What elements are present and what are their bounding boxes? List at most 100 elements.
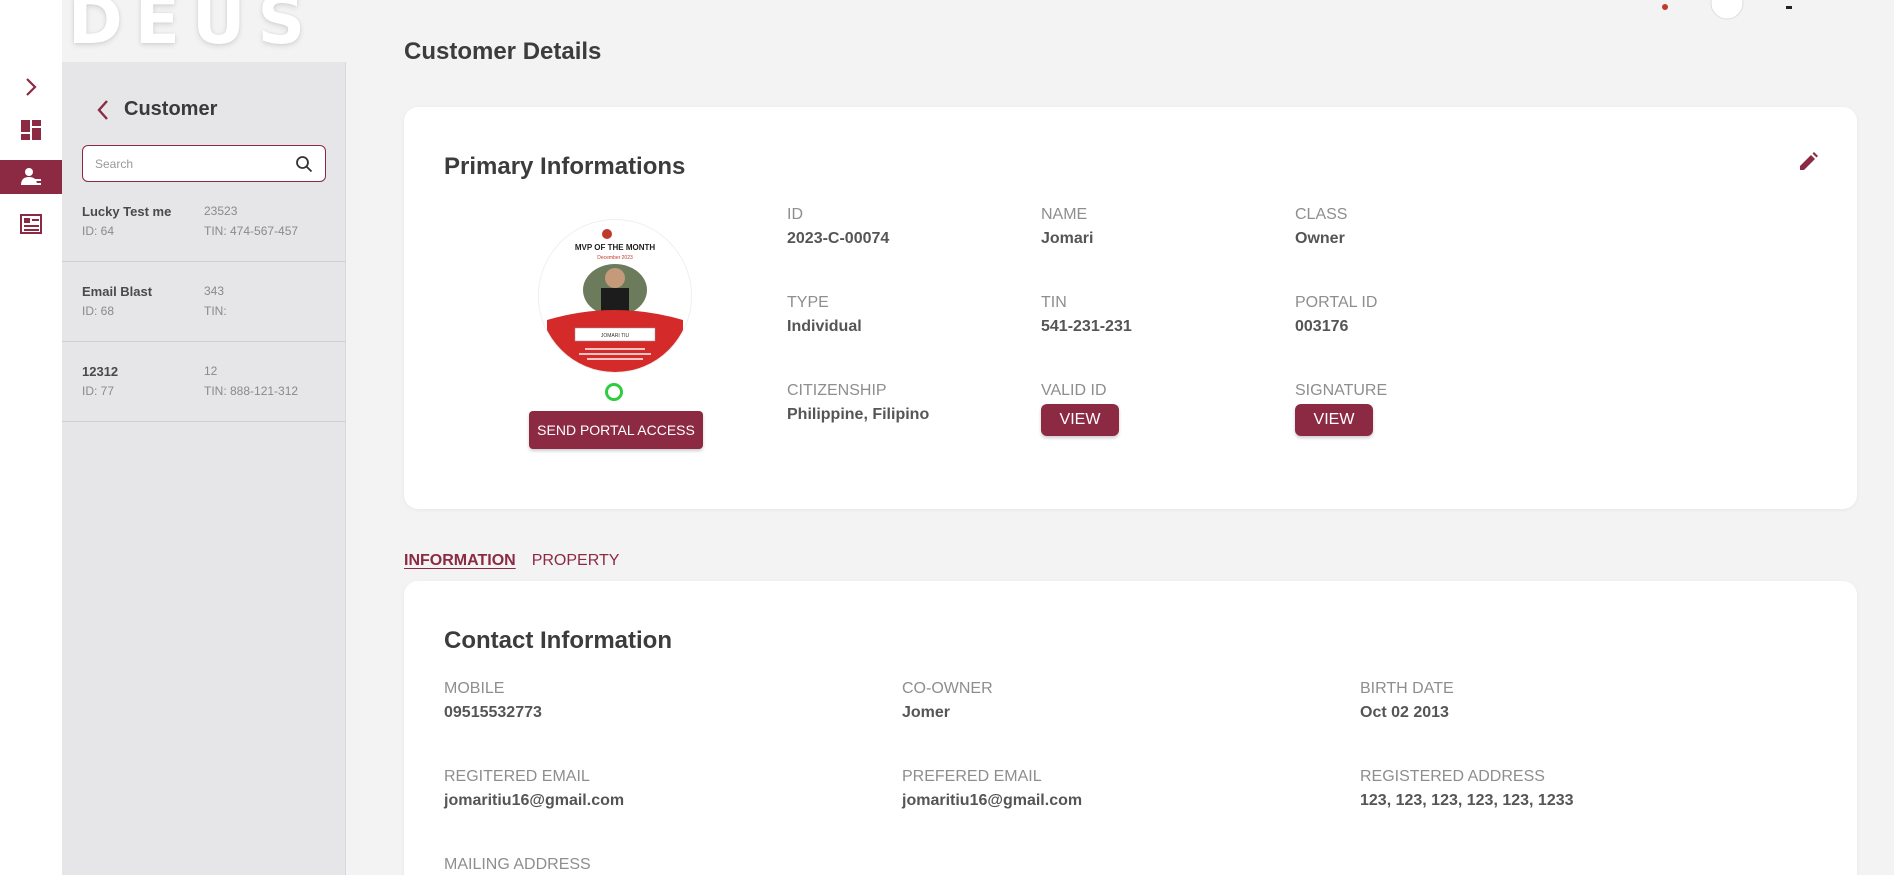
customer-id: ID: 64 bbox=[82, 224, 115, 238]
list-item[interactable]: Lucky Test me ID: 64 23523 TIN: 474-567-… bbox=[62, 182, 345, 262]
field-value: Jomari bbox=[1041, 230, 1094, 247]
customer-photo: MVP OF THE MONTH December 2023 JOMARI TI… bbox=[539, 220, 691, 372]
pencil-icon bbox=[1800, 152, 1818, 170]
customer-code: 343 bbox=[204, 284, 225, 298]
customer-id: ID: 68 bbox=[82, 304, 115, 318]
customer-name: Lucky Test me bbox=[82, 204, 172, 219]
field-label: REGITERED EMAIL bbox=[444, 768, 590, 785]
field-label: PORTAL ID bbox=[1295, 294, 1378, 311]
panel-title: Customer bbox=[124, 98, 218, 120]
mvp-badge-image: MVP OF THE MONTH December 2023 JOMARI TI… bbox=[539, 220, 691, 372]
tab-property[interactable]: PROPERTY bbox=[532, 552, 620, 570]
field-name: NAME Jomari bbox=[1041, 206, 1093, 248]
field-registered-email: REGITERED EMAIL jomaritiu16@gmail.com bbox=[444, 768, 624, 810]
field-valid-id: VALID ID VIEW bbox=[1041, 382, 1119, 436]
primary-info-title: Primary Informations bbox=[444, 153, 686, 180]
badge-name: JOMARI TIU bbox=[601, 333, 630, 339]
menu-icon[interactable] bbox=[1784, 0, 1794, 12]
view-valid-id-button[interactable]: VIEW bbox=[1041, 404, 1119, 436]
search-input[interactable] bbox=[95, 156, 295, 171]
field-label: CITIZENSHIP bbox=[787, 382, 887, 399]
field-value: jomaritiu16@gmail.com bbox=[902, 792, 1083, 809]
field-value: 003176 bbox=[1295, 318, 1349, 335]
expand-nav-button[interactable] bbox=[0, 70, 62, 104]
view-signature-button[interactable]: VIEW bbox=[1295, 404, 1373, 436]
field-registered-address: REGISTERED ADDRESS 123, 123, 123, 123, 1… bbox=[1360, 768, 1574, 810]
field-value: 541-231-231 bbox=[1041, 318, 1132, 335]
customer-id: ID: 77 bbox=[82, 384, 115, 398]
field-value: 123, 123, 123, 123, 123, 1233 bbox=[1360, 792, 1574, 809]
field-label: VALID ID bbox=[1041, 382, 1107, 399]
customer-panel: Customer Lucky Test me ID: 64 23523 TIN:… bbox=[62, 62, 346, 875]
field-mailing-address: MAILING ADDRESS bbox=[444, 856, 591, 874]
field-signature: SIGNATURE VIEW bbox=[1295, 382, 1387, 436]
field-preferred-email: PREFERED EMAIL jomaritiu16@gmail.com bbox=[902, 768, 1082, 810]
field-label: CLASS bbox=[1295, 206, 1348, 223]
field-label: PREFERED EMAIL bbox=[902, 768, 1042, 785]
online-status-indicator bbox=[605, 383, 623, 401]
chevron-right-icon bbox=[26, 78, 37, 96]
customer-tin: TIN: 474-567-457 bbox=[204, 224, 299, 238]
field-label: MAILING ADDRESS bbox=[444, 856, 591, 873]
contact-info-card: Contact Information MOBILE 09515532773 C… bbox=[404, 581, 1857, 875]
primary-info-card: Primary Informations MVP OF THE MONTH De… bbox=[404, 107, 1857, 509]
field-label: SIGNATURE bbox=[1295, 382, 1388, 399]
customer-tin: TIN: bbox=[204, 304, 227, 318]
customer-name: 12312 bbox=[82, 364, 119, 379]
rail-item-customers[interactable] bbox=[0, 160, 62, 194]
field-value: jomaritiu16@gmail.com bbox=[444, 792, 625, 809]
field-value: Oct 02 2013 bbox=[1360, 704, 1449, 721]
field-birth-date: BIRTH DATE Oct 02 2013 bbox=[1360, 680, 1454, 722]
notification-icon[interactable] bbox=[1660, 0, 1670, 12]
field-label: NAME bbox=[1041, 206, 1088, 223]
field-value: 09515532773 bbox=[444, 704, 542, 721]
back-arrow-icon[interactable] bbox=[96, 99, 110, 121]
field-mobile: MOBILE 09515532773 bbox=[444, 680, 542, 722]
customer-code: 12 bbox=[204, 364, 218, 378]
search-box bbox=[82, 145, 326, 182]
panel-header: Customer bbox=[96, 98, 217, 121]
field-label: CO-OWNER bbox=[902, 680, 993, 697]
field-value: Owner bbox=[1295, 230, 1345, 247]
field-id: ID 2023-C-00074 bbox=[787, 206, 889, 248]
edit-button[interactable] bbox=[1797, 151, 1819, 178]
field-label: MOBILE bbox=[444, 680, 505, 697]
avatar[interactable] bbox=[1710, 0, 1744, 20]
field-portal-id: PORTAL ID 003176 bbox=[1295, 294, 1377, 336]
list-item[interactable]: Email Blast ID: 68 343 TIN: bbox=[62, 262, 345, 342]
customer-tin: TIN: 888-121-312 bbox=[204, 384, 299, 398]
customer-code: 23523 bbox=[204, 204, 238, 218]
field-tin: TIN 541-231-231 bbox=[1041, 294, 1132, 336]
tab-information[interactable]: INFORMATION bbox=[404, 552, 516, 570]
customer-list: Lucky Test me ID: 64 23523 TIN: 474-567-… bbox=[62, 182, 345, 422]
header-icons bbox=[1660, 0, 1794, 20]
customer-name: Email Blast bbox=[82, 284, 153, 299]
field-label: REGISTERED ADDRESS bbox=[1360, 768, 1545, 785]
field-citizenship: CITIZENSHIP Philippine, Filipino bbox=[787, 382, 929, 424]
rail-item-ledger[interactable] bbox=[0, 207, 62, 241]
send-portal-access-button[interactable]: SEND PORTAL ACCESS bbox=[529, 411, 703, 449]
icon-rail bbox=[0, 0, 62, 875]
page-title: Customer Details bbox=[404, 38, 602, 65]
field-co-owner: CO-OWNER Jomer bbox=[902, 680, 993, 722]
badge-subtitle: December 2023 bbox=[597, 255, 633, 261]
badge-title: MVP OF THE MONTH bbox=[575, 243, 656, 252]
field-label: ID bbox=[787, 206, 803, 223]
list-item[interactable]: 12312 ID: 77 12 TIN: 888-121-312 bbox=[62, 342, 345, 422]
field-label: TYPE bbox=[787, 294, 829, 311]
rail-item-dashboard[interactable] bbox=[0, 113, 62, 147]
customers-icon bbox=[21, 168, 41, 185]
field-value: Philippine, Filipino bbox=[787, 406, 930, 423]
field-value: 2023-C-00074 bbox=[787, 230, 890, 247]
ledger-icon bbox=[20, 214, 42, 234]
dashboard-icon bbox=[21, 120, 41, 140]
field-type: TYPE Individual bbox=[787, 294, 862, 336]
field-label: TIN bbox=[1041, 294, 1067, 311]
field-label: BIRTH DATE bbox=[1360, 680, 1454, 697]
search-icon[interactable] bbox=[295, 155, 313, 173]
detail-tabs: INFORMATION PROPERTY bbox=[404, 552, 619, 570]
field-class: CLASS Owner bbox=[1295, 206, 1347, 248]
brand-logo: DEUS bbox=[68, 0, 317, 59]
field-value: Individual bbox=[787, 318, 862, 335]
field-value: Jomer bbox=[902, 704, 951, 721]
